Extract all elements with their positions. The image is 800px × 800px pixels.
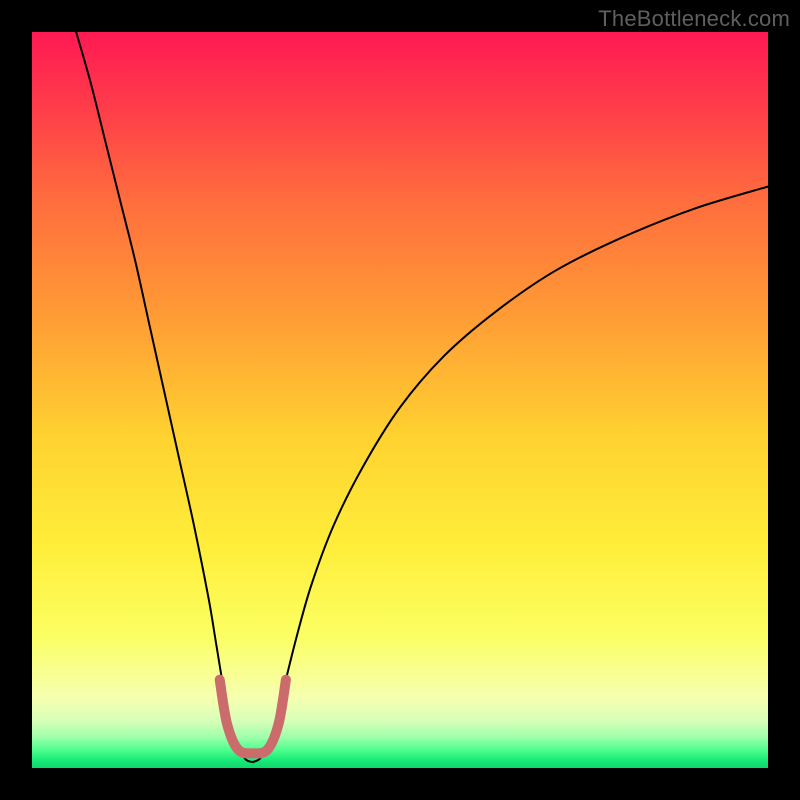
curve-right bbox=[253, 187, 768, 763]
watermark-label: TheBottleneck.com bbox=[598, 6, 790, 32]
chart-frame: TheBottleneck.com bbox=[0, 0, 800, 800]
plot-area bbox=[32, 32, 768, 768]
threshold-marker bbox=[220, 680, 286, 754]
curve-left bbox=[76, 32, 253, 762]
curve-layer bbox=[32, 32, 768, 768]
